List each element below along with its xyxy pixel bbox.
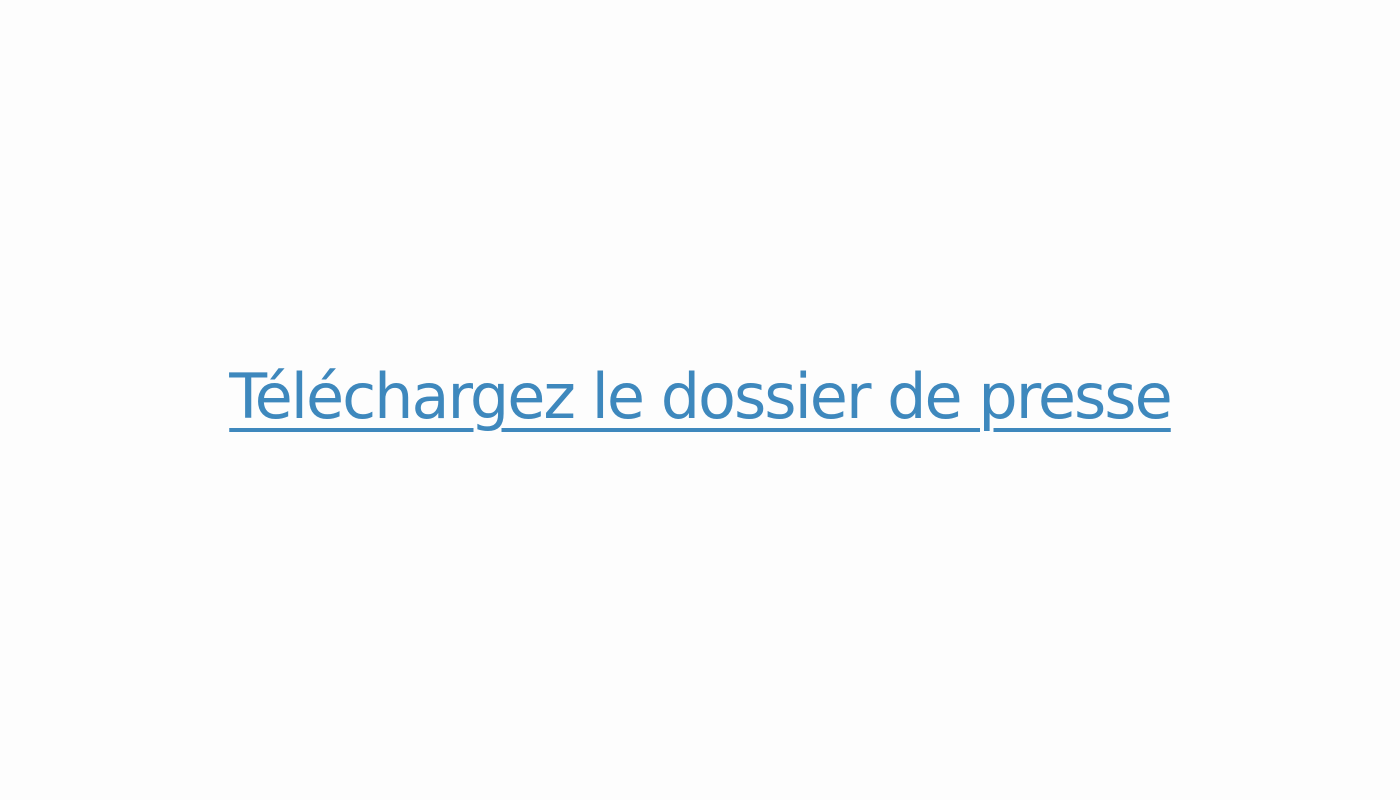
download-press-kit-link[interactable]: Téléchargez le dossier de presse xyxy=(229,362,1173,431)
page: Téléchargez le dossier de presse xyxy=(0,0,1400,800)
